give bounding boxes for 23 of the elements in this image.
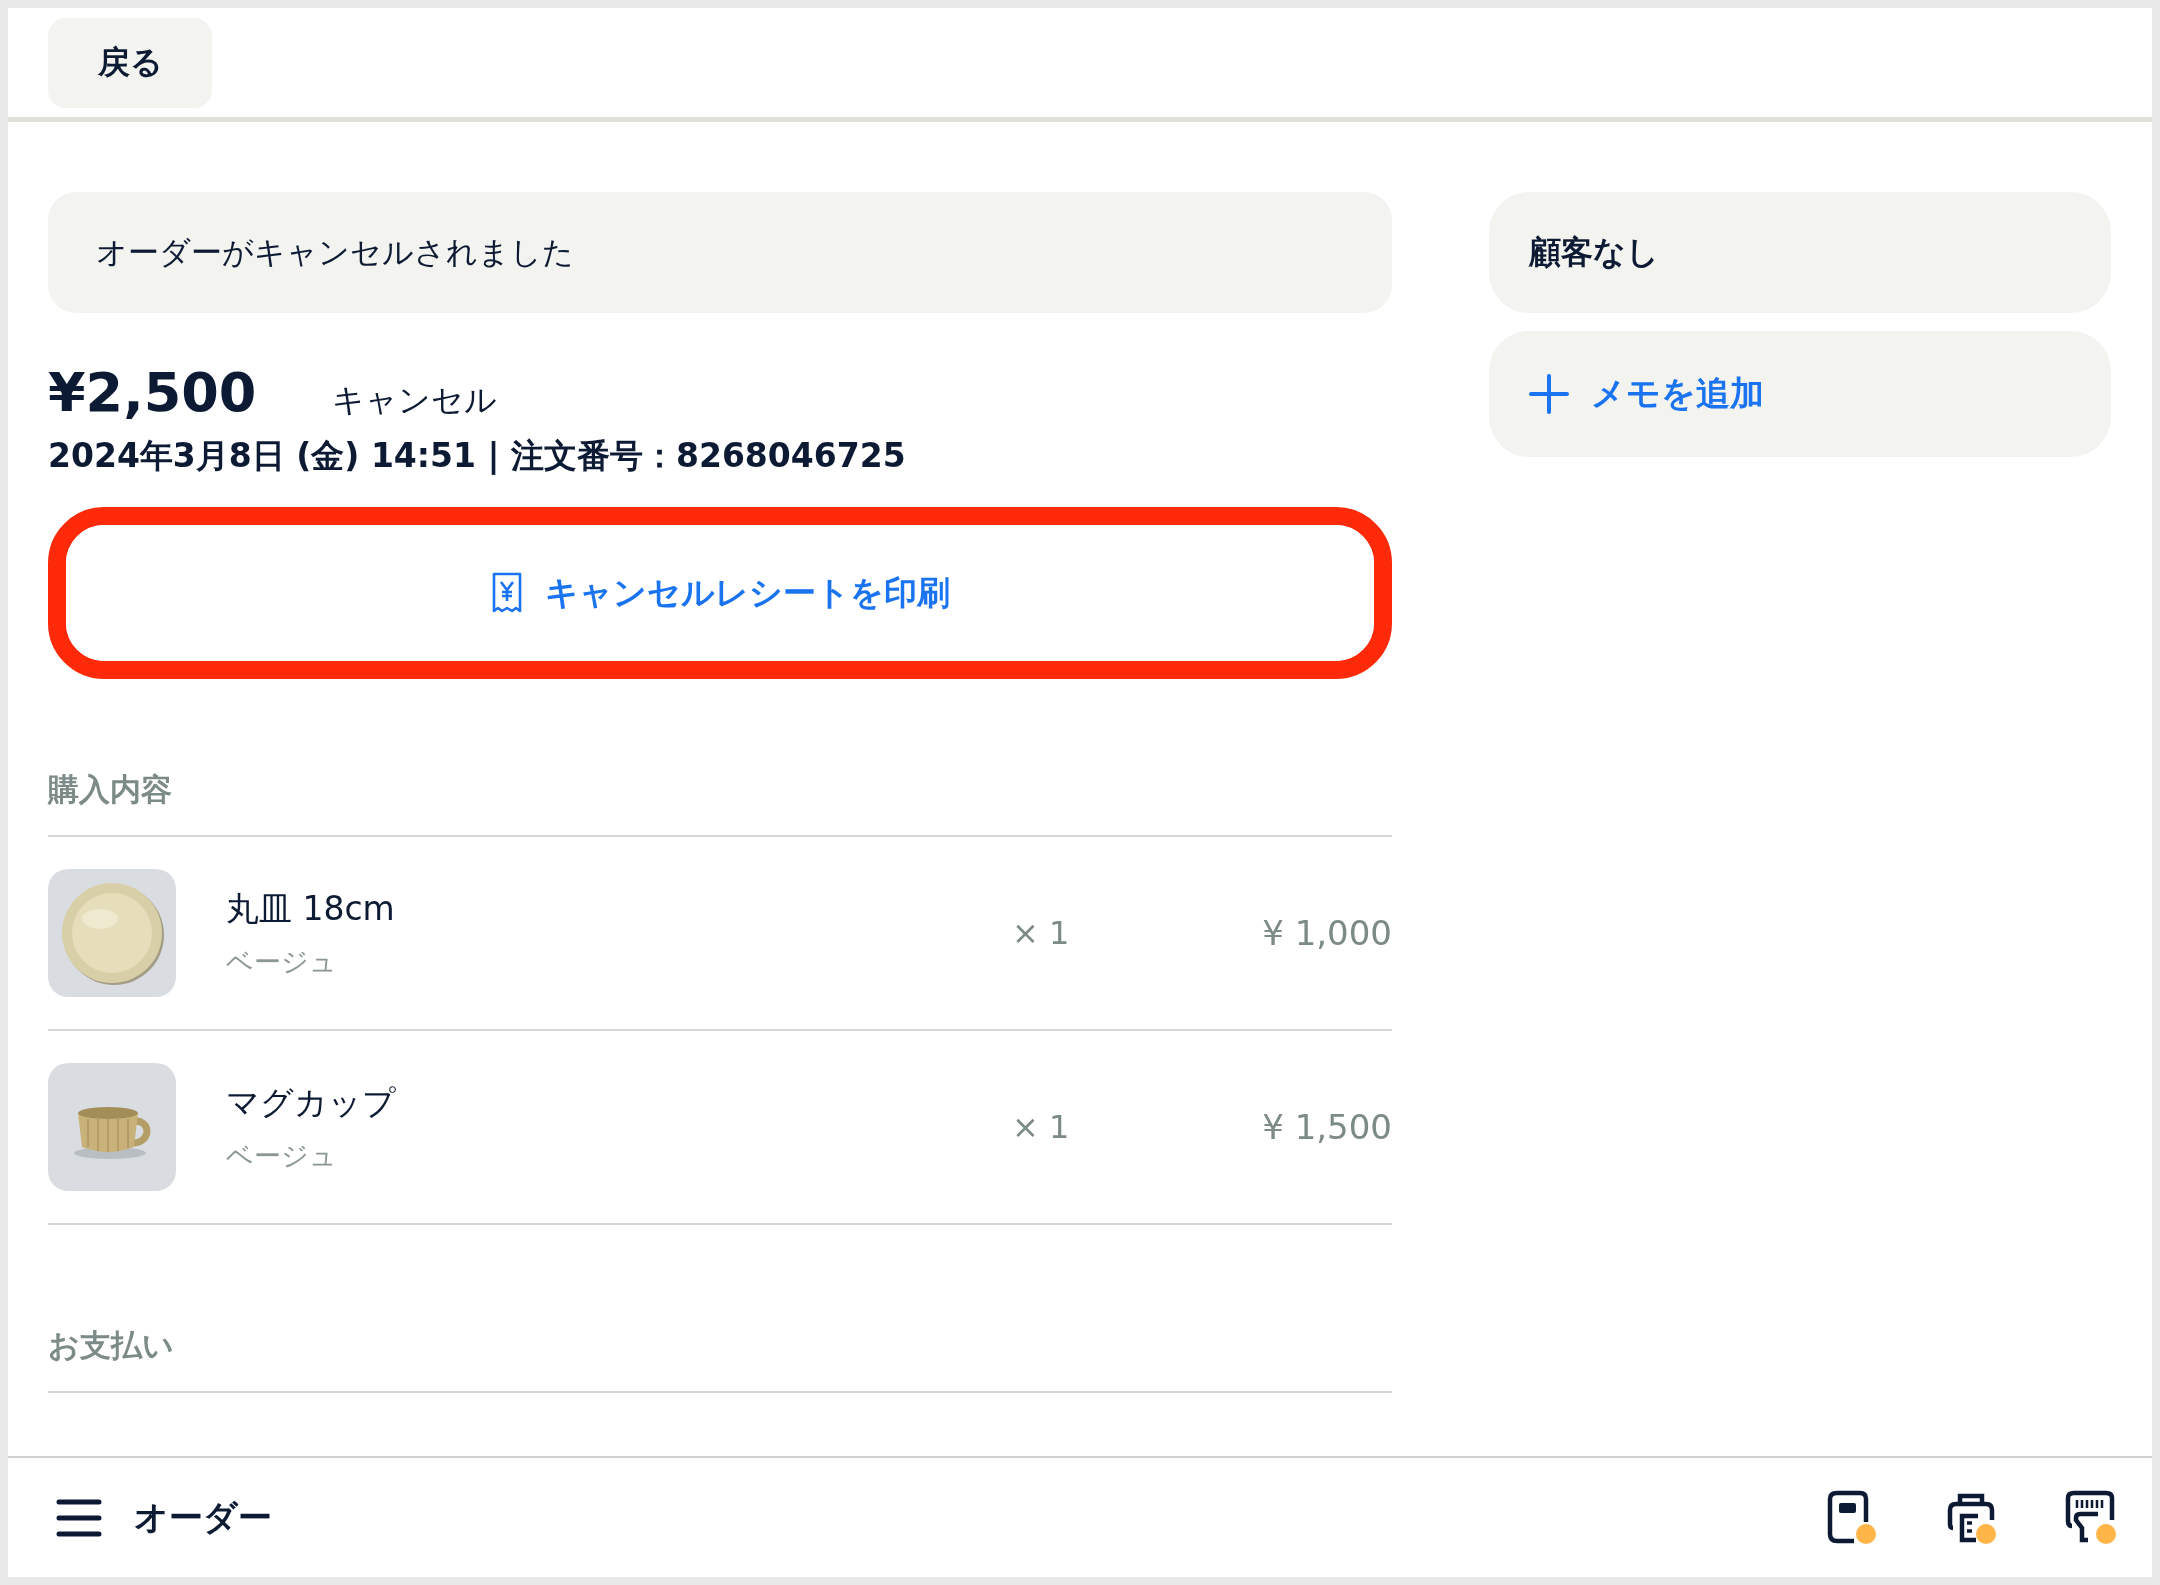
- section-heading: お支払い: [48, 1326, 175, 1365]
- receipt-icon: [490, 571, 523, 615]
- customer-card[interactable]: 顧客なし: [1489, 192, 2111, 313]
- menu-icon[interactable]: [56, 1497, 102, 1538]
- order-total: ¥2,500: [48, 361, 257, 424]
- order-meta: 2024年3月8日 (金) 14:51 | 注文番号：8268046725: [48, 435, 907, 477]
- item-quantity: × 1: [1012, 914, 1071, 952]
- add-memo-button[interactable]: メモを追加: [1489, 331, 2111, 457]
- back-button[interactable]: 戻る: [48, 18, 212, 108]
- item-name: 丸皿 18cm: [226, 887, 396, 930]
- order-status: キャンセル: [332, 380, 498, 421]
- item-variant: ベージュ: [226, 1138, 338, 1173]
- notice-text: オーダーがキャンセルされました: [96, 232, 574, 272]
- customer-label: 顧客なし: [1529, 231, 1659, 273]
- plus-icon: [1529, 374, 1569, 414]
- item-quantity: × 1: [1012, 1108, 1071, 1146]
- item-price: ¥ 1,500: [1261, 1107, 1392, 1147]
- print-receipt-button[interactable]: キャンセルレシートを印刷: [66, 525, 1374, 661]
- item-price: ¥ 1,000: [1261, 913, 1392, 953]
- section-heading: 購入内容: [48, 770, 173, 809]
- bar-title: オーダー: [134, 1495, 272, 1539]
- item-name: マグカップ: [226, 1081, 397, 1124]
- item-variant: ベージュ: [226, 944, 338, 979]
